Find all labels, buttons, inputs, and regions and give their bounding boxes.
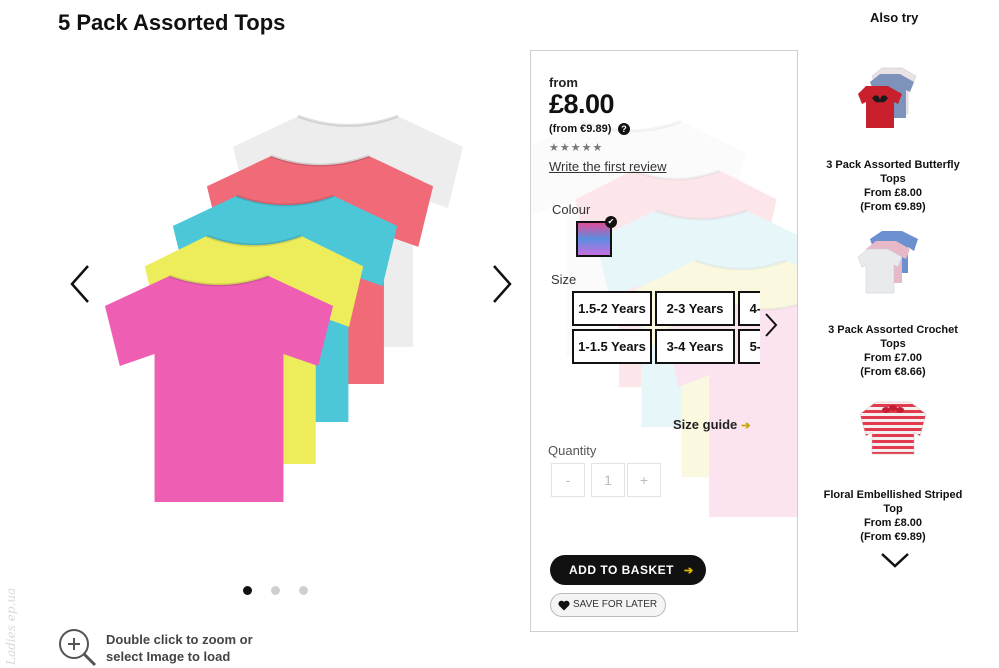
zoom-icon[interactable] [57,627,97,667]
size-option[interactable]: 2-3 Years [655,291,735,326]
colour-swatch[interactable]: ✔ [576,216,617,257]
help-icon[interactable]: ? [618,123,630,135]
recommendation-image [857,227,928,297]
zoom-hint: Double click to zoom or select Image to … [106,632,253,664]
recommendation-price-euro: (From €8.66) [860,366,926,378]
save-for-later-label: SAVE FOR LATER [573,599,658,610]
write-review-link[interactable]: Write the first review [549,159,667,174]
recommendation-item[interactable]: Floral Embellished Striped Top From £8.0… [818,392,968,544]
purchase-panel: from £8.00 (from €9.89) ? ★★★★★ Write th… [530,50,798,632]
recommendation-price: From £8.00 [863,517,923,529]
gallery-dot-3[interactable] [299,586,308,595]
size-next-arrow[interactable] [763,311,779,339]
add-to-basket-label: ADD TO BASKET [569,563,674,577]
size-option[interactable]: 1.5-2 Years [572,291,652,326]
recommendation-name: 3 Pack Assorted Butterfly Tops [826,159,960,185]
recommendation-price-euro: (From €9.89) [860,201,926,213]
price-from-label: from [549,75,578,90]
gallery-dots [243,586,308,595]
recommendation-item[interactable]: 3 Pack Assorted Butterfly Tops From £8.0… [818,62,968,214]
price-euro: (from €9.89) [549,123,612,135]
size-option[interactable]: 1-1.5 Years [572,329,652,364]
recommendation-name: 3 Pack Assorted Crochet Tops [828,324,958,350]
colour-label: Colour [552,202,591,217]
recommendation-price: From £8.00 [863,187,923,199]
chevron-right-icon [765,313,778,337]
recommendation-image [858,62,928,132]
gallery-dot-1[interactable] [243,586,252,595]
chevron-down-icon [881,553,909,568]
quantity-increase-button[interactable]: + [627,463,661,497]
price: £8.00 [549,89,615,119]
save-for-later-button[interactable]: SAVE FOR LATER [550,593,666,617]
heart-icon [558,600,570,611]
arrow-right-icon: ➔ [741,420,751,432]
recommendation-price: From £7.00 [863,352,923,364]
also-try-title: Also try [870,10,919,25]
arrow-right-icon: ➔ [683,565,694,577]
size-option[interactable]: 5-6 Years [738,329,760,364]
recommendation-name: Floral Embellished Striped Top [823,489,963,515]
recommendation-item[interactable]: 3 Pack Assorted Crochet Tops From £7.00 … [818,227,968,379]
size-guide-label: Size guide [673,417,738,432]
recommendation-price-euro: (From €9.89) [860,531,926,543]
size-label: Size [551,272,577,287]
gallery-dot-2[interactable] [271,586,280,595]
watermark-text: Ladies ep.ua [4,587,18,665]
also-try-more-arrow[interactable] [880,550,910,570]
quantity-decrease-button[interactable]: - [551,463,585,497]
chevron-left-icon [70,265,89,303]
page-title: 5 Pack Assorted Tops [58,10,286,35]
product-shirt [100,266,338,506]
size-option[interactable]: 4-5 Years [738,291,760,326]
quantity-input[interactable]: 1 [591,463,625,497]
check-icon: ✔ [605,216,617,228]
size-guide-link[interactable]: Size guide ➔ [673,417,751,432]
gallery-prev-arrow[interactable] [68,262,92,306]
rating-stars: ★★★★★ [549,142,604,154]
size-option[interactable]: 3-4 Years [655,329,735,364]
size-options: 1.5-2 Years 2-3 Years 4-5 Years 1-1.5 Ye… [572,291,760,365]
add-to-basket-button[interactable]: ADD TO BASKET ➔ [550,555,706,585]
recommendation-image [858,392,928,462]
quantity-label: Quantity [548,443,597,458]
chevron-right-icon [493,265,512,303]
gallery-next-arrow[interactable] [490,262,514,306]
